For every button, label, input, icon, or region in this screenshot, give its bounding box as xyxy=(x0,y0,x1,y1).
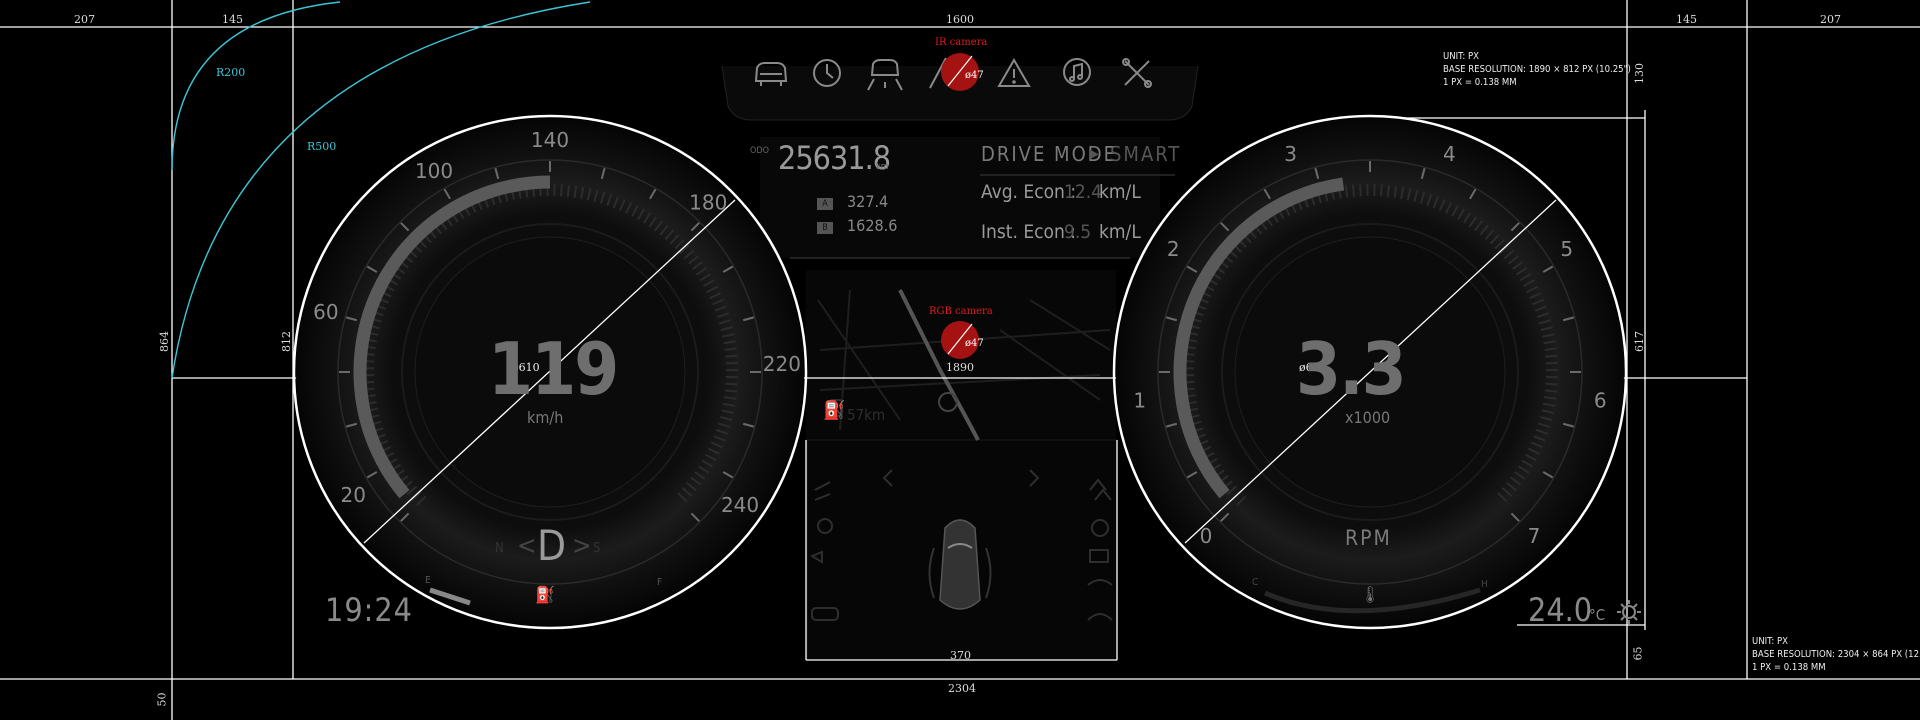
dim-center-width: 1890 xyxy=(946,361,974,374)
gauge-tick-label: 6 xyxy=(1594,388,1607,412)
gear-right-s: S xyxy=(593,541,601,556)
dim-bottom-band: 50 xyxy=(155,692,169,707)
fuel-pump-icon: ⛽ xyxy=(823,400,846,421)
dim-right-margin: 207 xyxy=(1820,13,1841,26)
coolant-icon: 🌡 xyxy=(1360,585,1381,604)
inst-econ-label: Inst. Econ : xyxy=(981,221,1077,243)
drive-mode-value[interactable]: SMART xyxy=(1110,144,1181,164)
inst-econ-unit: km/L xyxy=(1099,221,1141,243)
fuel-icon: ⛽ xyxy=(535,585,555,604)
gauge-tick-label: 60 xyxy=(313,300,338,324)
gear-indicator: D xyxy=(537,521,567,570)
radius-label-large: R500 xyxy=(307,140,337,153)
drive-mode-arrow: ▶ xyxy=(1089,146,1099,162)
gauge-tick-label: 220 xyxy=(763,352,801,376)
radius-label-small: R200 xyxy=(216,66,246,79)
dim-left-radius-zone: 145 xyxy=(222,13,243,26)
gauge-tick-label: 140 xyxy=(531,128,569,152)
odometer-label: ODO xyxy=(750,146,769,156)
trip-a-badge: A xyxy=(817,198,833,210)
trip-b-badge: B xyxy=(817,222,833,234)
fuel-full-letter: F xyxy=(657,577,663,588)
spec-note-top: UNIT: PX BASE RESOLUTION: 1890 × 812 PX … xyxy=(1443,51,1631,88)
range-value: 57km xyxy=(847,406,886,424)
temp-hot-letter: H xyxy=(1481,579,1488,590)
gear-right-arrow: > xyxy=(572,531,592,561)
avg-econ-unit: km/L xyxy=(1099,181,1141,203)
rpm-unit: x1000 xyxy=(1345,408,1391,427)
dim-right-main-height: 617 xyxy=(1633,331,1646,352)
fuel-empty-letter: E xyxy=(425,575,431,586)
clock-display: 19:24 xyxy=(325,591,413,629)
gauge-tick-label: 3 xyxy=(1284,142,1297,166)
dim-total-height-left: 864 xyxy=(158,331,171,352)
dim-right-radius-zone: 145 xyxy=(1676,13,1697,26)
gauge-tick-label: 20 xyxy=(341,483,366,507)
gauge-tick-label: 180 xyxy=(689,190,727,214)
rgb-camera-diameter: ø47 xyxy=(965,338,984,349)
gauge-tick-label: 2 xyxy=(1167,237,1180,261)
gauge-tick-label: 7 xyxy=(1528,524,1541,548)
ir-camera-label: IR camera xyxy=(935,37,988,48)
gauge-tick-label: 5 xyxy=(1560,237,1573,261)
dim-total-width: 2304 xyxy=(948,682,976,695)
dim-left-margin: 207 xyxy=(74,13,95,26)
speed-unit: km/h xyxy=(527,408,564,427)
gauge-tick-label: 100 xyxy=(415,159,453,183)
sun-icon xyxy=(1617,600,1641,624)
dim-bottom-right-height: 65 xyxy=(1631,646,1645,661)
outside-temp-value: 24.0 xyxy=(1528,591,1593,629)
speed-value: 119 xyxy=(488,327,619,411)
gear-left-n: N xyxy=(495,541,504,556)
dim-main-width: 1600 xyxy=(946,13,974,26)
ir-camera-diameter: ø47 xyxy=(965,70,984,81)
temp-cold-letter: C xyxy=(1252,577,1259,588)
rgb-camera-label: RGB camera xyxy=(929,306,993,317)
inst-econ-value: 9.5 xyxy=(1064,221,1092,243)
trip-a-value: 327.4 xyxy=(847,192,889,211)
rpm-label: RPM xyxy=(1345,526,1392,550)
odometer-value: 25631.8 xyxy=(778,139,891,177)
spec-note-bottom: UNIT: PX BASE RESOLUTION: 2304 × 864 PX … xyxy=(1752,636,1920,673)
gear-left-arrow: < xyxy=(517,531,537,561)
trip-b-value: 1628.6 xyxy=(847,216,898,235)
outside-temp-unit: °C xyxy=(1589,606,1606,624)
dim-lower-center-width: 370 xyxy=(950,649,971,662)
dim-main-height-left: 812 xyxy=(280,331,293,352)
avg-econ-label: Avg. Econ : xyxy=(981,181,1077,203)
gauge-tick-label: 1 xyxy=(1133,388,1146,412)
cluster-spec-sheet: 20 60 100 140 180 220 240 01234567 207 1… xyxy=(0,0,1920,720)
gauge-tick-label: 4 xyxy=(1443,142,1456,166)
cluster-drawing: 2060100140180220240 0123 4567 xyxy=(0,0,1920,720)
dim-top-right-height: 130 xyxy=(1633,63,1646,84)
odometer-unit: km xyxy=(876,162,889,172)
rpm-value: 3.3 xyxy=(1296,327,1407,411)
avg-econ-value: 12.4 xyxy=(1064,181,1103,203)
gauge-tick-label: 240 xyxy=(721,493,759,517)
